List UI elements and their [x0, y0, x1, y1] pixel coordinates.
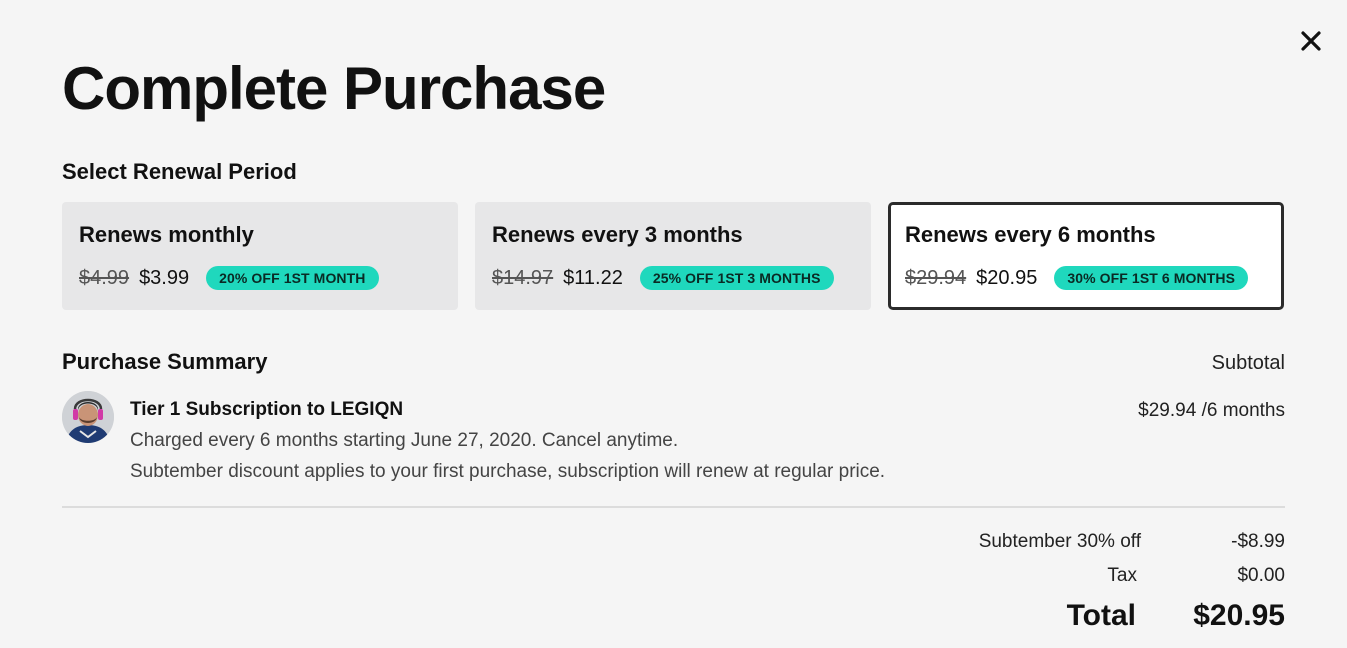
discount-label: Subtember 30% off: [978, 531, 1141, 552]
option-title: Renews every 6 months: [905, 222, 1156, 247]
item-discount-note: Subtember discount applies to your first…: [130, 461, 886, 482]
option-price-row: $4.99 $3.99 20% OFF 1ST MONTH: [79, 265, 458, 291]
total-value: $20.95: [1193, 599, 1285, 632]
discounted-price: $20.95: [976, 266, 1038, 289]
item-price: $29.94 /6 months: [1138, 400, 1285, 421]
discount-value: -$8.99: [1231, 531, 1285, 552]
original-price: $29.94: [905, 266, 967, 289]
discounted-price: $11.22: [563, 266, 623, 289]
tax-value: $0.00: [1237, 565, 1285, 586]
page-title: Complete Purchase: [62, 55, 606, 122]
close-icon: [1301, 31, 1321, 51]
close-button[interactable]: [1296, 26, 1326, 56]
discount-badge: 20% OFF 1ST MONTH: [206, 266, 379, 290]
purchase-modal: Complete Purchase Select Renewal Period …: [0, 0, 1347, 648]
option-title: Renews every 3 months: [492, 222, 743, 247]
renewal-option-3-months[interactable]: Renews every 3 months $14.97 $11.22 25% …: [475, 202, 871, 310]
renewal-options: Renews monthly $4.99 $3.99 20% OFF 1ST M…: [62, 202, 1284, 310]
discounted-price: $3.99: [139, 266, 190, 289]
option-title: Renews monthly: [79, 222, 254, 247]
item-billing-info: Charged every 6 months starting June 27,…: [130, 430, 679, 451]
renewal-option-monthly[interactable]: Renews monthly $4.99 $3.99 20% OFF 1ST M…: [62, 202, 458, 310]
total-label: Total: [1066, 599, 1136, 632]
tax-label: Tax: [1107, 565, 1137, 586]
renewal-option-6-months[interactable]: Renews every 6 months $29.94 $20.95 30% …: [888, 202, 1284, 310]
purchase-summary-label: Purchase Summary: [62, 349, 268, 374]
original-price: $4.99: [79, 266, 130, 289]
item-title: Tier 1 Subscription to LEGIQN: [130, 399, 404, 420]
renewal-period-label: Select Renewal Period: [62, 159, 297, 184]
divider: [62, 506, 1285, 508]
subtotal-header: Subtotal: [1211, 352, 1285, 374]
discount-badge: 25% OFF 1ST 3 MONTHS: [639, 266, 834, 290]
discount-badge: 30% OFF 1ST 6 MONTHS: [1054, 266, 1249, 290]
option-price-row: $29.94 $20.95 30% OFF 1ST 6 MONTHS: [905, 265, 1281, 291]
avatar: [62, 391, 114, 443]
option-price-row: $14.97 $11.22 25% OFF 1ST 3 MONTHS: [492, 265, 871, 291]
original-price: $14.97: [492, 266, 554, 289]
